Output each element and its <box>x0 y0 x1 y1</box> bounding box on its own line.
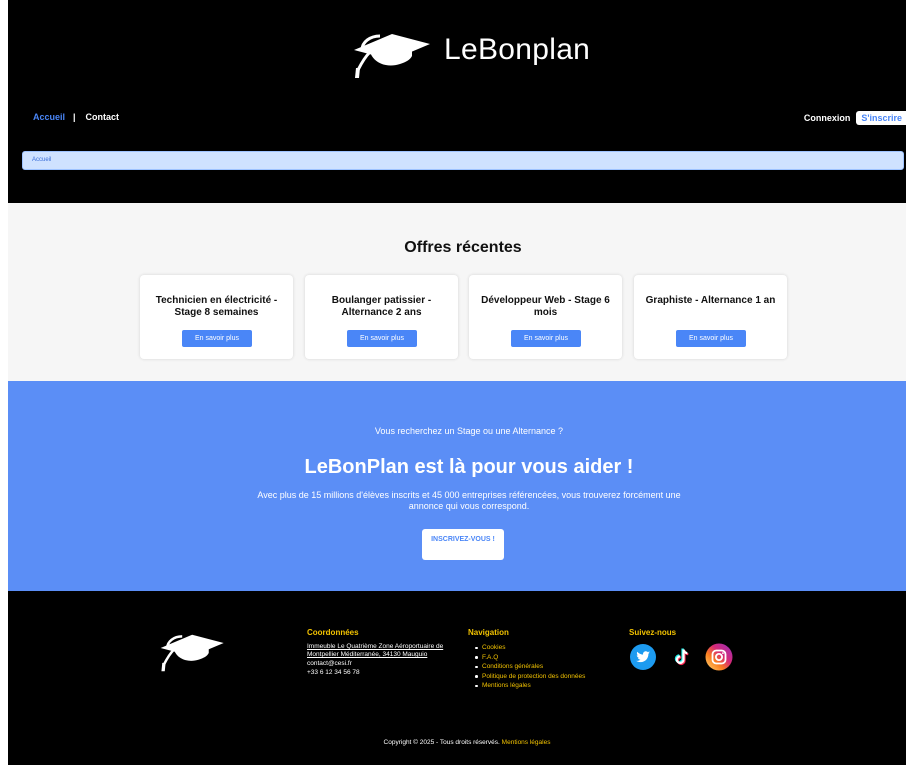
copyright: Copyright © 2025 - Tous droits réservés.… <box>8 739 906 746</box>
hero-question: Vous recherchez un Stage ou une Alternan… <box>374 426 564 436</box>
offer-card: Graphiste - Alternance 1 an En savoir pl… <box>634 275 787 359</box>
offer-card: Boulanger patissier - Alternance 2 ans E… <box>305 275 458 359</box>
nav-link-home[interactable]: Accueil <box>33 112 65 122</box>
footer-navigation: Navigation Cookies F.A.Q Conditions géné… <box>468 628 585 691</box>
twitter-icon[interactable] <box>629 643 657 671</box>
footer-link-legal[interactable]: Mentions légales <box>474 681 585 691</box>
footer-contact: Coordonnées Immeuble Le Quatrième Zone A… <box>307 628 469 677</box>
learn-more-button[interactable]: En savoir plus <box>347 330 417 347</box>
graduation-cap-icon <box>160 634 224 672</box>
brand-name: LeBonplan <box>444 33 591 66</box>
login-link[interactable]: Connexion <box>804 113 851 123</box>
nav-link-contact[interactable]: Contact <box>86 112 120 122</box>
nav-separator: | <box>73 112 76 122</box>
footer-heading: Coordonnées <box>307 628 359 637</box>
graduation-cap-icon <box>354 34 430 78</box>
offer-card: Technicien en électricité - Stage 8 sema… <box>140 275 293 359</box>
auth-nav: Connexion S'inscrire <box>804 111 906 125</box>
address-link[interactable]: Immeuble Le Quatrième Zone Aéroportuaire… <box>307 643 469 659</box>
footer-link-faq[interactable]: F.A.Q <box>474 653 585 663</box>
breadcrumb: Accueil <box>22 151 904 170</box>
instagram-icon[interactable] <box>705 643 733 671</box>
hero-description: Avec plus de 15 millions d'élèves inscri… <box>257 490 681 511</box>
learn-more-button[interactable]: En savoir plus <box>511 330 581 347</box>
offer-title: Développeur Web - Stage 6 mois <box>481 295 610 318</box>
footer-link-terms[interactable]: Conditions générales <box>474 662 585 672</box>
footer-link-privacy[interactable]: Politique de protection des données <box>474 672 585 682</box>
hero-banner: Vous recherchez un Stage ou une Alternan… <box>8 381 906 591</box>
footer-social: Suivez-nous <box>629 628 743 671</box>
breadcrumb-home[interactable]: Accueil <box>32 157 51 163</box>
copyright-legal-link[interactable]: Mentions légales <box>502 739 551 746</box>
footer-heading: Navigation <box>468 628 509 637</box>
brand-logo[interactable]: LeBonplan <box>340 20 590 80</box>
offer-title: Graphiste - Alternance 1 an <box>645 295 776 306</box>
offer-title: Technicien en électricité - Stage 8 sema… <box>155 295 278 318</box>
recent-offers-section: Offres récentes Technicien en électricit… <box>8 203 906 381</box>
phone-text: +33 6 12 34 56 78 <box>307 669 360 676</box>
section-title: Offres récentes <box>404 239 522 256</box>
email-text: contact@cesi.fr <box>307 660 352 667</box>
signup-cta-button[interactable]: INSCRIVEZ-VOUS ! <box>422 529 504 560</box>
offer-title: Boulanger patissier - Alternance 2 ans <box>331 295 432 318</box>
footer-heading: Suivez-nous <box>629 628 677 637</box>
tiktok-icon[interactable] <box>667 643 695 671</box>
learn-more-button[interactable]: En savoir plus <box>676 330 746 347</box>
offer-card: Développeur Web - Stage 6 mois En savoir… <box>469 275 622 359</box>
site-footer: Coordonnées Immeuble Le Quatrième Zone A… <box>8 591 906 765</box>
hero-title: LeBonPlan est là pour vous aider ! <box>304 456 634 478</box>
learn-more-button[interactable]: En savoir plus <box>182 330 252 347</box>
signup-button[interactable]: S'inscrire <box>856 111 906 125</box>
footer-link-list: Cookies F.A.Q Conditions générales Polit… <box>468 643 585 691</box>
footer-link-cookies[interactable]: Cookies <box>474 643 585 653</box>
main-nav: Accueil | Contact <box>33 112 119 122</box>
copyright-text: Copyright © 2025 - Tous droits réservés. <box>383 739 500 746</box>
site-header: LeBonplan Accueil | Contact Connexion S'… <box>8 0 906 203</box>
